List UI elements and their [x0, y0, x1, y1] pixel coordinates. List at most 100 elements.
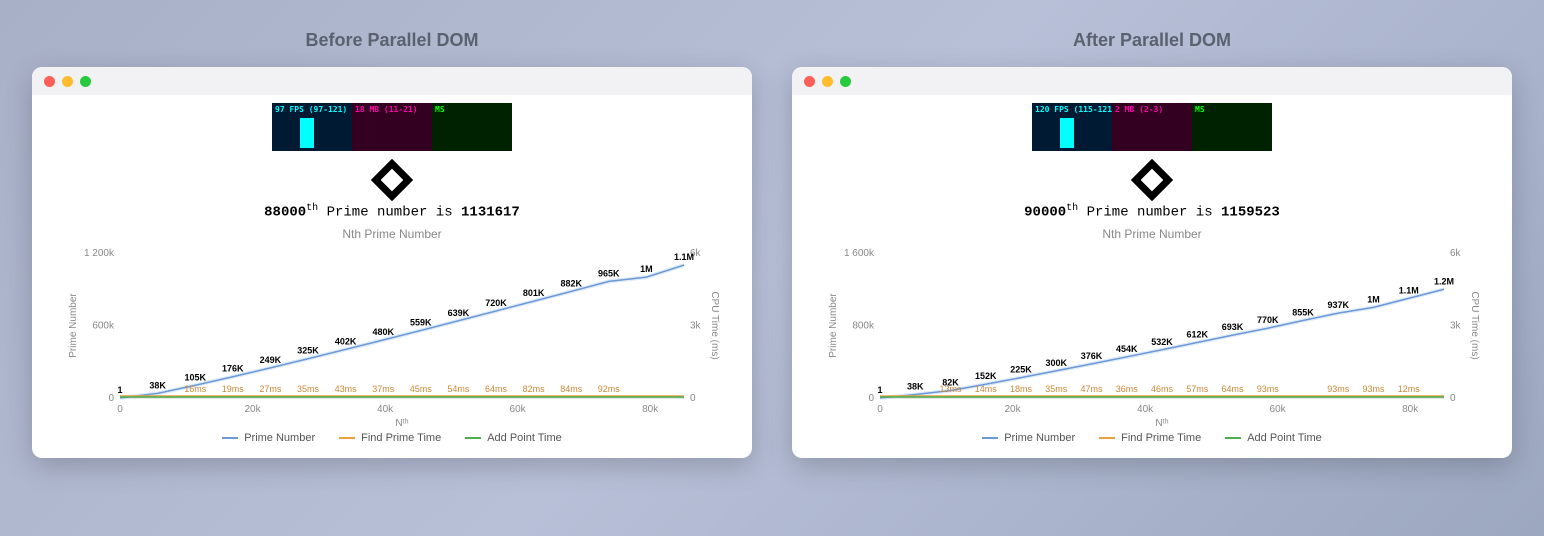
svg-text:Prime Number: Prime Number: [68, 292, 79, 357]
prime-result: 90000th Prime number is 1159523: [1024, 203, 1280, 221]
svg-text:82ms: 82ms: [523, 384, 546, 394]
svg-text:3k: 3k: [1450, 320, 1462, 331]
legend-item[interactable]: Add Point Time: [465, 432, 562, 444]
svg-text:43ms: 43ms: [335, 384, 358, 394]
svg-text:93ms: 93ms: [1362, 384, 1385, 394]
window-content: 120 FPS (115-121) 2 MB (2-3) MS 90000th …: [792, 95, 1512, 458]
svg-text:300K: 300K: [1045, 357, 1067, 367]
svg-text:1.1M: 1.1M: [674, 252, 694, 262]
svg-text:402K: 402K: [335, 336, 357, 346]
svg-text:35ms: 35ms: [297, 384, 320, 394]
chart-legend: Prime Number Find Prime Time Add Point T…: [222, 432, 562, 444]
svg-text:0: 0: [690, 393, 696, 404]
svg-text:93ms: 93ms: [1257, 384, 1280, 394]
chart-title: Nth Prime Number: [1102, 227, 1201, 241]
window: 120 FPS (115-121) 2 MB (2-3) MS 90000th …: [792, 67, 1512, 458]
stats-monitor[interactable]: 120 FPS (115-121) 2 MB (2-3) MS: [1032, 103, 1272, 151]
svg-text:376K: 376K: [1081, 351, 1103, 361]
svg-text:64ms: 64ms: [485, 384, 508, 394]
svg-text:559K: 559K: [410, 317, 432, 327]
spinner-icon: [371, 159, 413, 201]
svg-text:64ms: 64ms: [1221, 384, 1244, 394]
svg-text:19ms: 19ms: [222, 384, 245, 394]
stats-fps: 120 FPS (115-121): [1032, 103, 1112, 151]
stats-mb: 18 MB (11-21): [352, 103, 432, 151]
svg-text:80k: 80k: [1402, 404, 1419, 415]
svg-text:0: 0: [868, 393, 874, 404]
svg-text:18ms: 18ms: [1010, 384, 1033, 394]
svg-text:93ms: 93ms: [1327, 384, 1350, 394]
svg-text:3k: 3k: [690, 320, 702, 331]
minimize-icon[interactable]: [62, 76, 73, 87]
svg-text:176K: 176K: [222, 363, 244, 373]
close-icon[interactable]: [804, 76, 815, 87]
svg-text:57ms: 57ms: [1186, 384, 1209, 394]
legend-item[interactable]: Add Point Time: [1225, 432, 1322, 444]
legend-item[interactable]: Prime Number: [222, 432, 315, 444]
maximize-icon[interactable]: [840, 76, 851, 87]
svg-text:882K: 882K: [560, 278, 582, 288]
svg-text:480K: 480K: [372, 327, 394, 337]
panel-before: Before Parallel DOM 97 FPS (97-121) 18 M…: [32, 30, 752, 458]
svg-text:45ms: 45ms: [410, 384, 433, 394]
svg-text:14ms: 14ms: [975, 384, 998, 394]
svg-text:1M: 1M: [640, 264, 653, 274]
svg-text:937K: 937K: [1327, 300, 1349, 310]
svg-text:16ms: 16ms: [184, 384, 207, 394]
legend-item[interactable]: Find Prime Time: [339, 432, 441, 444]
svg-text:60k: 60k: [510, 404, 527, 415]
svg-text:1.2M: 1.2M: [1434, 276, 1454, 286]
maximize-icon[interactable]: [80, 76, 91, 87]
svg-text:693K: 693K: [1222, 322, 1244, 332]
svg-text:6k: 6k: [1450, 248, 1462, 259]
svg-text:Nᵗʰ: Nᵗʰ: [1155, 418, 1168, 428]
svg-text:60k: 60k: [1270, 404, 1287, 415]
svg-text:38K: 38K: [907, 381, 924, 391]
svg-text:1 600k: 1 600k: [844, 248, 875, 259]
svg-text:CPU Time (ms): CPU Time (ms): [1469, 291, 1480, 359]
close-icon[interactable]: [44, 76, 55, 87]
svg-text:13ms: 13ms: [939, 384, 962, 394]
svg-text:612K: 612K: [1186, 329, 1208, 339]
legend-item[interactable]: Find Prime Time: [1099, 432, 1201, 444]
stats-ms: MS: [432, 103, 512, 151]
svg-text:800k: 800k: [852, 320, 875, 331]
svg-text:12ms: 12ms: [1398, 384, 1421, 394]
window-titlebar: [792, 67, 1512, 95]
spinner-icon: [1131, 159, 1173, 201]
svg-text:92ms: 92ms: [598, 384, 621, 394]
stats-fps: 97 FPS (97-121): [272, 103, 352, 151]
svg-text:36ms: 36ms: [1116, 384, 1139, 394]
svg-text:80k: 80k: [642, 404, 659, 415]
prime-result: 88000th Prime number is 1131617: [264, 203, 520, 221]
svg-text:325K: 325K: [297, 345, 319, 355]
svg-text:600k: 600k: [92, 320, 115, 331]
svg-text:105K: 105K: [184, 372, 206, 382]
svg-text:20k: 20k: [1004, 404, 1021, 415]
svg-text:249K: 249K: [260, 355, 282, 365]
svg-text:0: 0: [108, 393, 114, 404]
svg-text:0: 0: [1450, 393, 1456, 404]
svg-text:47ms: 47ms: [1080, 384, 1103, 394]
chart-legend: Prime Number Find Prime Time Add Point T…: [982, 432, 1322, 444]
svg-text:1.1M: 1.1M: [1399, 285, 1419, 295]
svg-text:46ms: 46ms: [1151, 384, 1174, 394]
panel-after: After Parallel DOM 120 FPS (115-121) 2 M…: [792, 30, 1512, 458]
minimize-icon[interactable]: [822, 76, 833, 87]
svg-text:1M: 1M: [1367, 294, 1380, 304]
svg-text:37ms: 37ms: [372, 384, 395, 394]
stats-ms: MS: [1192, 103, 1272, 151]
svg-text:40k: 40k: [1137, 404, 1154, 415]
stats-mb: 2 MB (2-3): [1112, 103, 1192, 151]
legend-item[interactable]: Prime Number: [982, 432, 1075, 444]
svg-text:225K: 225K: [1010, 364, 1032, 374]
window-content: 97 FPS (97-121) 18 MB (11-21) MS 88000th…: [32, 95, 752, 458]
svg-text:770K: 770K: [1257, 315, 1279, 325]
svg-text:1: 1: [117, 385, 122, 395]
stats-monitor[interactable]: 97 FPS (97-121) 18 MB (11-21) MS: [272, 103, 512, 151]
chart-title: Nth Prime Number: [342, 227, 441, 241]
window-titlebar: [32, 67, 752, 95]
svg-text:Nᵗʰ: Nᵗʰ: [395, 418, 408, 428]
svg-text:35ms: 35ms: [1045, 384, 1068, 394]
svg-text:720K: 720K: [485, 298, 507, 308]
